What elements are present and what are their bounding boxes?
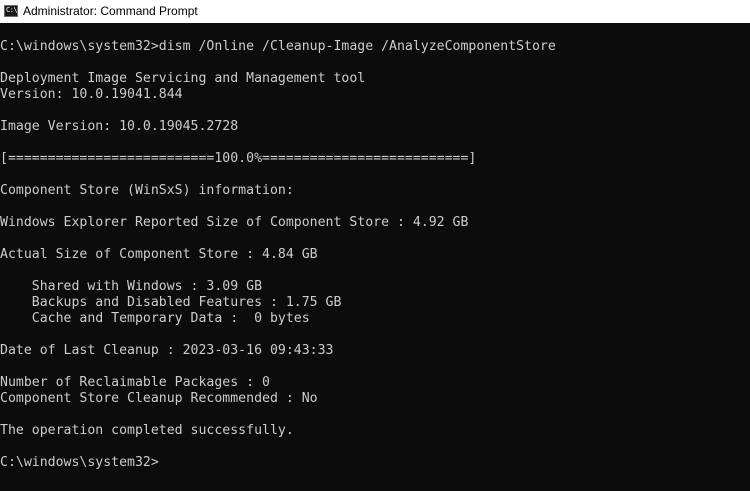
console-line-backups: Backups and Disabled Features : 1.75 GB <box>0 295 342 310</box>
window-title: Administrator: Command Prompt <box>23 4 198 18</box>
console-line-image-version: Image Version: 10.0.19045.2728 <box>0 119 239 134</box>
console-line-explorer-size: Windows Explorer Reported Size of Compon… <box>0 215 469 230</box>
console-line-tool-name: Deployment Image Servicing and Managemen… <box>0 71 366 86</box>
console-line-progress-bar: [==========================100.0%=======… <box>0 151 477 166</box>
console-line-prompt[interactable]: C:\windows\system32> <box>0 455 159 471</box>
console-line-last-cleanup: Date of Last Cleanup : 2023-03-16 09:43:… <box>0 343 334 358</box>
command-prompt-window: C:\ Administrator: Command Prompt C:\win… <box>0 0 750 491</box>
console-line-operation-status: The operation completed successfully. <box>0 423 294 438</box>
console-line-tool-version: Version: 10.0.19041.844 <box>0 87 183 102</box>
console-line-actual-size: Actual Size of Component Store : 4.84 GB <box>0 247 318 262</box>
console-output[interactable]: C:\windows\system32>dism /Online /Cleanu… <box>0 23 750 491</box>
console-line-reclaimable-packages: Number of Reclaimable Packages : 0 <box>0 375 270 390</box>
title-bar[interactable]: C:\ Administrator: Command Prompt <box>0 0 750 23</box>
console-line-command: C:\windows\system32>dism /Online /Cleanu… <box>0 39 556 54</box>
console-line-cleanup-recommended: Component Store Cleanup Recommended : No <box>0 391 318 406</box>
command-prompt-icon-glyph: C:\ <box>6 6 18 14</box>
console-line-cache: Cache and Temporary Data : 0 bytes <box>0 311 310 326</box>
command-prompt-icon[interactable]: C:\ <box>4 5 18 17</box>
console-line-store-heading: Component Store (WinSxS) information: <box>0 183 294 198</box>
console-line-shared-with-windows: Shared with Windows : 3.09 GB <box>0 279 263 294</box>
